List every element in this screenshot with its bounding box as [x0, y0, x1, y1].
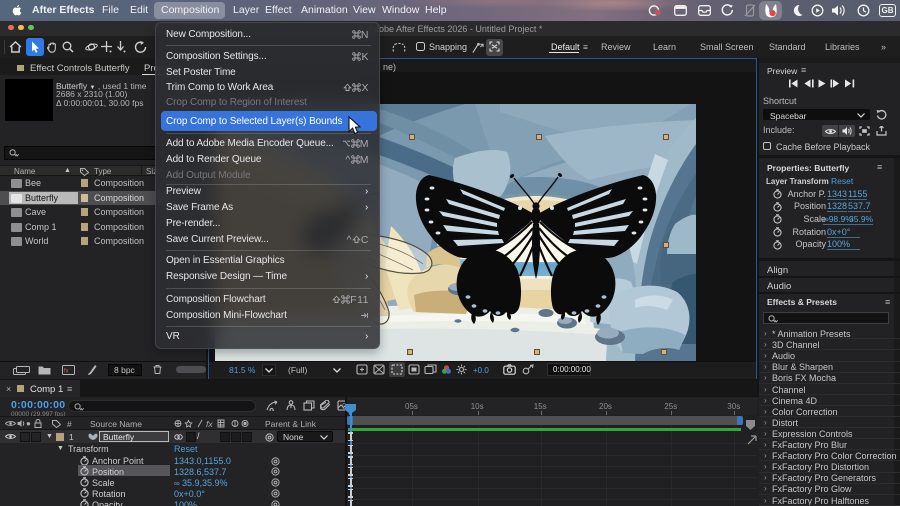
svg-text:fx: fx — [64, 369, 69, 375]
svg-text:fx: fx — [206, 419, 213, 428]
